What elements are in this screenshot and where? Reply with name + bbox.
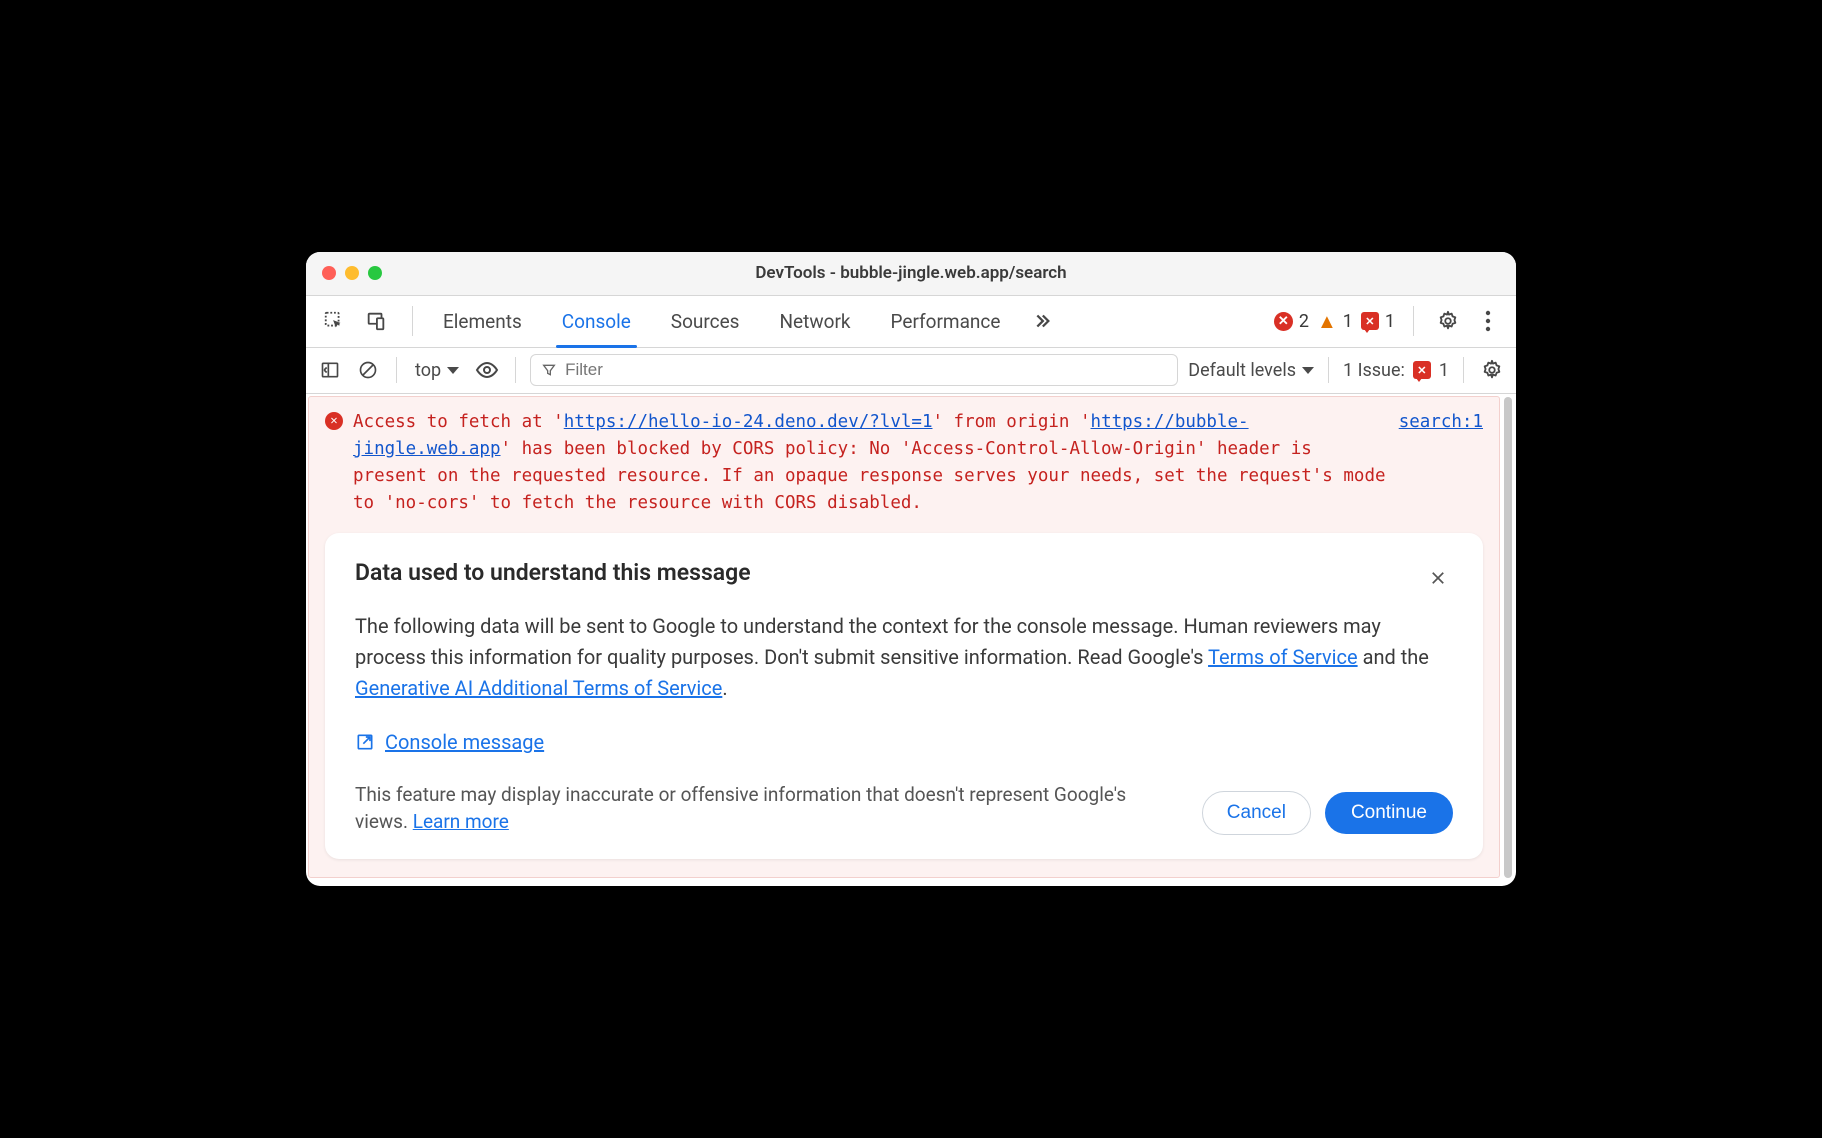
issue-count-badge[interactable]: ✕ 1 [1361,311,1395,332]
filter-input-container[interactable] [530,354,1178,386]
clear-icon [358,360,378,380]
live-expression-button[interactable] [473,356,501,384]
devtools-tabs-bar: Elements Console Sources Network Perform… [306,296,1516,348]
open-external-icon [355,732,375,752]
card-body-text: . [722,676,727,700]
device-toolbar-icon[interactable] [362,307,390,335]
tab-label: Performance [891,310,1001,333]
tab-label: Network [779,310,850,333]
issue-count: 1 [1385,311,1395,332]
separator [396,357,397,383]
separator [1328,357,1329,383]
error-url-link[interactable]: https://hello-io-24.deno.dev/?lvl=1 [564,412,933,432]
levels-label: Default levels [1188,360,1296,381]
vertical-scrollbar[interactable] [1504,394,1516,887]
error-source-link[interactable]: search:1 [1399,409,1483,436]
sidebar-toggle-icon [320,360,340,380]
issue-icon: ✕ [1361,312,1379,330]
continue-button[interactable]: Continue [1325,792,1453,834]
tab-network[interactable]: Network [759,296,870,347]
window-minimize-button[interactable] [345,266,359,280]
chevron-down-icon [1302,367,1314,374]
kebab-icon [1485,310,1491,332]
chevron-down-icon [447,367,459,374]
close-icon [1429,569,1447,587]
window-close-button[interactable] [322,266,336,280]
inspect-element-icon[interactable] [320,307,348,335]
card-close-button[interactable] [1423,563,1453,593]
error-count-badge[interactable]: ✕ 2 [1274,311,1309,332]
warning-count-badge[interactable]: ▲ 1 [1317,309,1353,334]
tab-console[interactable]: Console [542,296,651,347]
gen-ai-terms-link[interactable]: Generative AI Additional Terms of Servic… [355,676,722,700]
card-body-text: and the [1358,645,1429,669]
console-message-data-link[interactable]: Console message [385,730,544,754]
tab-elements[interactable]: Elements [423,296,542,347]
error-text-segment: ' from origin ' [932,412,1090,432]
terms-of-service-link[interactable]: Terms of Service [1208,645,1358,669]
toggle-sidebar-button[interactable] [316,356,344,384]
console-error-row: ✕ Access to fetch at 'https://hello-io-2… [325,409,1483,518]
tab-sources[interactable]: Sources [651,296,760,347]
window-title: DevTools - bubble-jingle.web.app/search [306,263,1516,283]
scrollbar-thumb[interactable] [1504,397,1512,879]
separator [412,306,413,336]
error-text-segment: Access to fetch at ' [353,412,564,432]
titlebar: DevTools - bubble-jingle.web.app/search [306,252,1516,296]
separator [1413,306,1414,336]
filter-icon [541,362,557,378]
console-toolbar: top Default levels 1 Issue: ✕ 1 [306,348,1516,394]
context-label: top [415,360,441,381]
error-text-segment: ' has been blocked by CORS policy: No 'A… [353,439,1386,513]
error-icon: ✕ [1274,312,1293,331]
devtools-window: DevTools - bubble-jingle.web.app/search … [306,252,1516,887]
settings-button[interactable] [1432,305,1464,337]
learn-more-link[interactable]: Learn more [413,810,509,833]
warning-count: 1 [1343,311,1353,332]
console-area: ✕ Access to fetch at 'https://hello-io-2… [306,394,1516,887]
tab-label: Elements [443,310,522,333]
traffic-lights [306,266,382,280]
gear-icon [1481,359,1503,381]
eye-icon [475,358,499,382]
gear-icon [1437,310,1459,332]
error-count: 2 [1299,311,1309,332]
execution-context-selector[interactable]: top [411,360,463,381]
console-settings-button[interactable] [1478,356,1506,384]
separator [515,357,516,383]
card-title: Data used to understand this message [355,559,751,586]
error-icon: ✕ [325,412,343,430]
issues-count: 1 [1439,360,1449,381]
error-message: Access to fetch at 'https://hello-io-24.… [353,409,1389,518]
card-body: The following data will be sent to Googl… [355,611,1453,704]
tab-label: Console [562,310,631,333]
panel-tabs: Elements Console Sources Network Perform… [423,296,1020,347]
clear-console-button[interactable] [354,356,382,384]
issue-icon: ✕ [1413,361,1431,379]
issues-label: 1 Issue: [1343,360,1405,381]
disclaimer-text: This feature may display inaccurate or o… [355,782,1172,835]
data-disclosure-card: Data used to understand this message The… [325,533,1483,859]
cancel-button[interactable]: Cancel [1202,791,1311,835]
tab-performance[interactable]: Performance [871,296,1021,347]
separator [1463,357,1464,383]
more-menu-button[interactable] [1472,305,1504,337]
console-message-link-row: Console message [355,730,1453,754]
issues-indicator[interactable]: 1 Issue: ✕ 1 [1343,360,1449,381]
filter-input[interactable] [565,360,1167,380]
window-maximize-button[interactable] [368,266,382,280]
tab-label: Sources [671,310,740,333]
console-content: ✕ Access to fetch at 'https://hello-io-2… [308,396,1500,879]
log-levels-selector[interactable]: Default levels [1188,360,1314,381]
warning-icon: ▲ [1317,309,1337,334]
tabs-overflow-button[interactable] [1020,310,1062,332]
